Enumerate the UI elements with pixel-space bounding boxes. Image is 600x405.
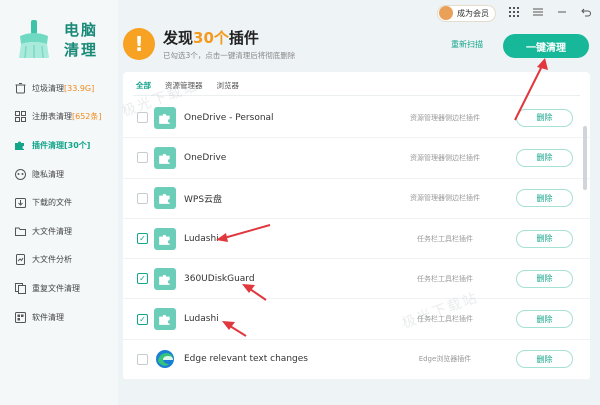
plugin-checkbox[interactable] xyxy=(137,152,148,164)
vip-button[interactable]: 成为会员 xyxy=(437,4,496,22)
delete-button[interactable]: 删除 xyxy=(516,189,573,208)
plugin-type: 资源管理器侧边栏插件 xyxy=(410,153,480,162)
plugin-name: OneDrive xyxy=(184,152,227,163)
plugin-checkbox[interactable] xyxy=(137,353,148,365)
grid-icon[interactable] xyxy=(508,6,520,20)
download-icon xyxy=(14,197,26,209)
title-suffix: 插件 xyxy=(228,29,259,47)
sidebar-item-count: [652条] xyxy=(72,112,102,122)
arrowhead xyxy=(537,58,548,70)
puzzle-icon xyxy=(154,308,176,331)
delete-button[interactable]: 删除 xyxy=(516,148,573,167)
minimize-icon[interactable] xyxy=(556,7,568,20)
plugin-row: Edge relevant text changes Edge浏览器插件 删除 xyxy=(123,340,590,380)
sidebar-item-count: [33.9G] xyxy=(64,83,95,93)
sidebar-item-label: 隐私清理 xyxy=(32,169,64,179)
puzzle-icon xyxy=(154,267,176,290)
puzzle-icon xyxy=(14,139,26,151)
plugin-checkbox-checked[interactable]: ✓ xyxy=(137,233,148,245)
plugin-name: Ludashi xyxy=(184,314,219,325)
sidebar-item-label: 大文件清理 xyxy=(32,226,72,236)
sidebar-nav: 垃圾清理 [33.9G] 注册表清理 [652条] 插件清理 [30个] 隐私清理 下… xyxy=(0,74,118,331)
sidebar-item-junk[interactable]: 垃圾清理 [33.9G] xyxy=(0,74,118,103)
scrollbar[interactable] xyxy=(583,126,587,190)
delete-button[interactable]: 删除 xyxy=(516,108,573,127)
plugin-row: WPS云盘 资源管理器侧边栏插件 删除 xyxy=(123,179,590,219)
avatar xyxy=(439,6,453,20)
plugin-row: ✓ Ludashi 任务栏工具栏插件 删除 xyxy=(123,299,590,340)
privacy-icon xyxy=(14,168,26,180)
sidebar-item-large-files[interactable]: 大文件清理 xyxy=(0,217,118,246)
plugin-list-panel: 全部 资源管理器 浏览器 OneDrive - Personal 资源管理器侧边… xyxy=(123,72,590,380)
duplicate-icon xyxy=(14,282,26,294)
plugin-row: ✓ Ludashi 任务栏工具栏插件 删除 xyxy=(123,219,590,260)
sidebar-item-registry[interactable]: 注册表清理 [652条] xyxy=(0,103,118,132)
plugin-row: OneDrive - Personal 资源管理器侧边栏插件 删除 xyxy=(123,98,590,139)
puzzle-icon xyxy=(154,106,176,129)
sidebar-item-label: 重复文件清理 xyxy=(32,283,80,293)
folder-icon xyxy=(14,225,26,237)
plugin-type: 任务栏工具栏插件 xyxy=(417,234,473,243)
sidebar-item-label: 垃圾清理 xyxy=(32,83,64,93)
app-name: 电脑 清理 xyxy=(64,20,98,60)
sidebar-item-downloads[interactable]: 下载的文件 xyxy=(0,188,118,217)
app-name-line2: 清理 xyxy=(64,41,99,59)
tab-browser[interactable]: 浏览器 xyxy=(217,80,240,91)
puzzle-icon xyxy=(154,227,176,250)
plugin-name: OneDrive - Personal xyxy=(184,112,274,123)
sidebar-item-label: 下载的文件 xyxy=(32,198,72,208)
page-title: 发现30个插件 xyxy=(163,27,259,48)
registry-icon xyxy=(14,111,26,123)
plugin-name: WPS云盘 xyxy=(184,194,223,205)
app-name-line1: 电脑 xyxy=(64,21,99,39)
sidebar-item-label: 插件清理 xyxy=(32,140,64,150)
trash-icon xyxy=(14,82,26,94)
plugin-type: 资源管理器侧边栏插件 xyxy=(410,113,480,122)
warning-icon: ! xyxy=(123,28,155,60)
sidebar-item-label: 注册表清理 xyxy=(32,112,72,122)
plugin-checkbox-checked[interactable]: ✓ xyxy=(137,313,148,325)
analysis-icon xyxy=(14,254,26,266)
tab-all[interactable]: 全部 xyxy=(136,80,151,91)
one-click-clean-button[interactable]: 一键清理 xyxy=(503,34,589,58)
sidebar-item-software[interactable]: 软件清理 xyxy=(0,303,118,332)
plugin-type: 任务栏工具栏插件 xyxy=(417,274,473,283)
page-subtitle: 已勾选3个，点击一键清理后将彻底删除 xyxy=(163,51,296,60)
edge-icon xyxy=(154,348,176,370)
sidebar-item-file-analysis[interactable]: 大文件分析 xyxy=(0,246,118,275)
sidebar-item-count: [30个] xyxy=(64,140,91,150)
plugin-name: 360UDiskGuard xyxy=(184,273,255,284)
plugin-checkbox[interactable] xyxy=(137,192,148,204)
sidebar-item-label: 大文件分析 xyxy=(32,255,72,265)
software-icon xyxy=(14,311,26,323)
plugin-type: 资源管理器侧边栏插件 xyxy=(410,194,480,203)
sidebar-item-plugins[interactable]: 插件清理 [30个] xyxy=(0,131,118,160)
rescan-link[interactable]: 重新扫描 xyxy=(451,39,483,50)
puzzle-icon xyxy=(154,146,176,169)
back-icon[interactable] xyxy=(580,7,592,20)
menu-icon[interactable] xyxy=(532,7,544,20)
sidebar-item-label: 软件清理 xyxy=(32,312,64,322)
broom-logo-icon xyxy=(19,20,49,59)
delete-button[interactable]: 删除 xyxy=(516,269,573,288)
vip-label: 成为会员 xyxy=(457,8,489,18)
titlebar-controls: 成为会员 xyxy=(437,4,592,22)
plugin-type: Edge浏览器插件 xyxy=(418,355,472,364)
puzzle-icon xyxy=(154,187,176,210)
delete-button[interactable]: 删除 xyxy=(516,310,573,329)
sidebar-item-privacy[interactable]: 隐私清理 xyxy=(0,160,118,189)
title-count: 30个 xyxy=(193,29,229,47)
sidebar: 电脑 清理 垃圾清理 [33.9G] 注册表清理 [652条] 插件清理 [30个] … xyxy=(0,0,118,405)
tabs-divider xyxy=(133,95,580,96)
plugin-row: ✓ 360UDiskGuard 任务栏工具栏插件 删除 xyxy=(123,259,590,300)
delete-button[interactable]: 删除 xyxy=(516,350,573,369)
sidebar-item-duplicates[interactable]: 重复文件清理 xyxy=(0,274,118,303)
plugin-row: OneDrive 资源管理器侧边栏插件 删除 xyxy=(123,138,590,179)
title-prefix: 发现 xyxy=(163,29,194,47)
plugin-checkbox-checked[interactable]: ✓ xyxy=(137,273,148,285)
plugin-name: Edge relevant text changes xyxy=(184,354,308,365)
delete-button[interactable]: 删除 xyxy=(516,229,573,248)
plugin-list: OneDrive - Personal 资源管理器侧边栏插件 删除 OneDri… xyxy=(123,98,590,380)
plugin-name: Ludashi xyxy=(184,233,219,244)
